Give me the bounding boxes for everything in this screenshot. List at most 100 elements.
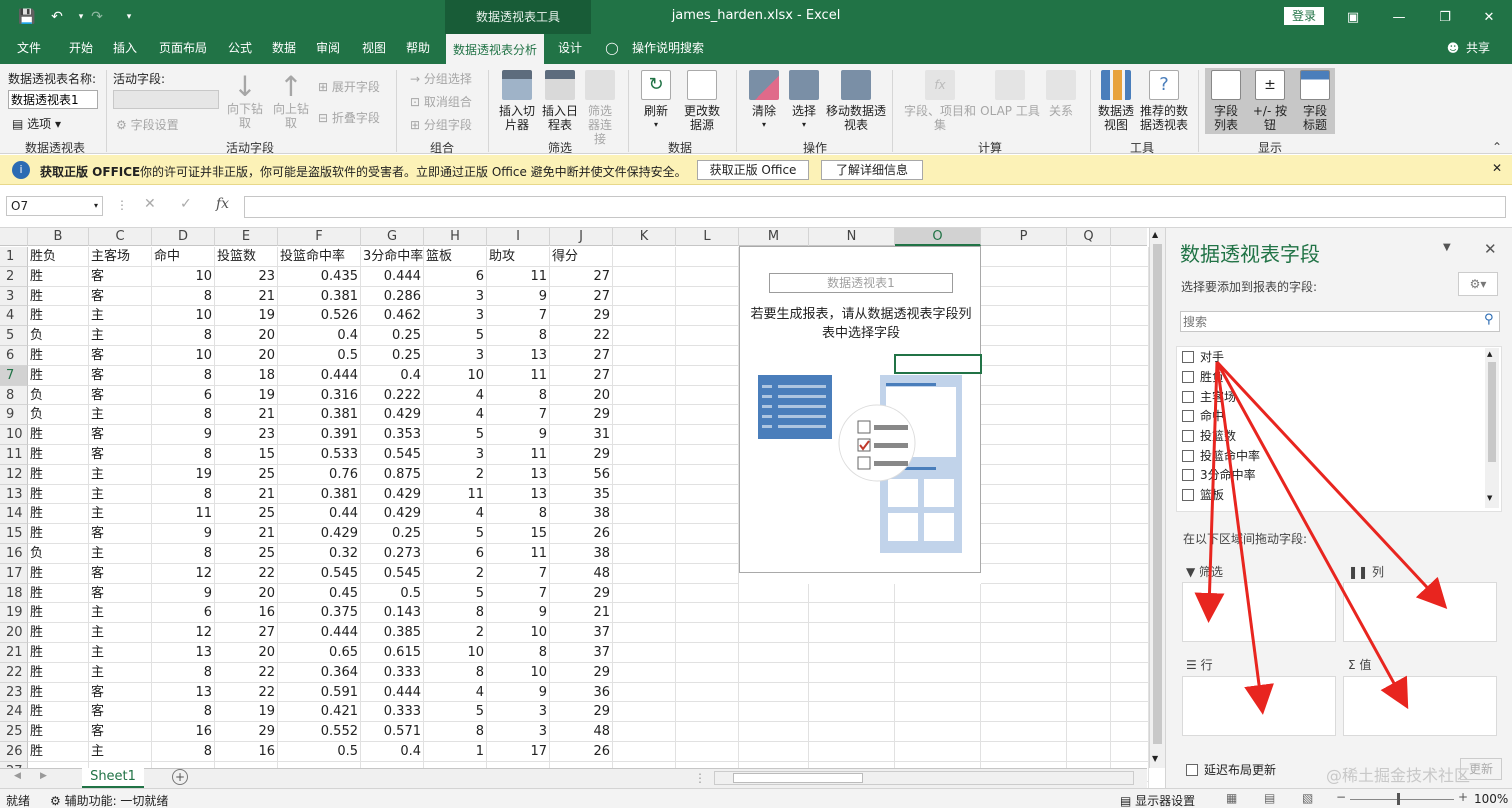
table-cell[interactable]: 主	[89, 405, 152, 425]
sheet-tab-sheet1[interactable]: Sheet1	[82, 768, 144, 788]
table-cell[interactable]: 10	[152, 306, 215, 326]
row-header[interactable]: 2	[0, 267, 28, 287]
get-genuine-button[interactable]: 获取正版 Office	[697, 160, 809, 180]
empty-cell[interactable]	[981, 247, 1067, 267]
table-cell[interactable]: 8	[152, 326, 215, 346]
fields-items-sets-button[interactable]: fx 字段、项目和集	[900, 70, 980, 132]
empty-cell[interactable]	[613, 683, 676, 702]
empty-cell[interactable]	[1111, 702, 1149, 722]
table-cell[interactable]: 主	[89, 623, 152, 643]
empty-cell[interactable]	[739, 683, 809, 702]
empty-cell[interactable]	[1067, 247, 1111, 267]
table-cell[interactable]: 5	[424, 326, 487, 346]
table-cell[interactable]: 19	[215, 702, 278, 722]
empty-cell[interactable]	[676, 287, 739, 306]
empty-cell[interactable]	[809, 584, 895, 603]
empty-cell[interactable]	[981, 564, 1067, 584]
pane-options-dropdown-icon[interactable]: ▼	[1443, 242, 1451, 253]
col-header[interactable]: Q	[1067, 228, 1111, 246]
table-cell[interactable]: 主	[89, 603, 152, 623]
collapse-ribbon-icon[interactable]: ⌃	[1492, 140, 1502, 154]
table-cell[interactable]: 负	[28, 544, 89, 564]
sheet-next-icon[interactable]: ▶	[40, 771, 47, 781]
table-cell[interactable]: 11	[424, 485, 487, 504]
table-cell[interactable]: 8	[424, 663, 487, 683]
empty-cell[interactable]	[1111, 504, 1149, 524]
table-cell[interactable]: 胜	[28, 306, 89, 326]
row-header[interactable]: 23	[0, 683, 28, 702]
table-cell[interactable]: 0.444	[361, 683, 424, 702]
table-cell[interactable]: 8	[152, 663, 215, 683]
empty-cell[interactable]	[739, 603, 809, 623]
tab-home[interactable]: 开始	[60, 34, 102, 64]
table-cell[interactable]: 胜	[28, 524, 89, 544]
field-search-input[interactable]	[1180, 311, 1500, 332]
table-cell[interactable]: 23	[215, 267, 278, 287]
change-data-source-button[interactable]: 更改数据源	[676, 70, 728, 132]
empty-cell[interactable]	[981, 386, 1067, 405]
table-cell[interactable]: 6	[424, 544, 487, 564]
table-cell[interactable]: 胜	[28, 564, 89, 584]
col-header[interactable]: P	[981, 228, 1067, 246]
table-cell[interactable]: 0.533	[278, 445, 361, 465]
empty-cell[interactable]	[613, 326, 676, 346]
table-cell[interactable]: 8	[152, 366, 215, 386]
table-cell[interactable]: 0.333	[361, 702, 424, 722]
empty-cell[interactable]	[895, 643, 981, 663]
empty-cell[interactable]	[676, 445, 739, 465]
table-cell[interactable]: 10	[487, 623, 550, 643]
table-cell[interactable]: 48	[550, 722, 613, 742]
table-cell[interactable]: 9	[152, 425, 215, 445]
table-cell[interactable]: 0.25	[361, 524, 424, 544]
empty-cell[interactable]	[981, 702, 1067, 722]
table-cell[interactable]: 胜	[28, 504, 89, 524]
tab-file[interactable]: 文件	[8, 34, 50, 64]
table-cell[interactable]: 20	[550, 386, 613, 405]
table-cell[interactable]: 8	[487, 386, 550, 405]
empty-cell[interactable]	[981, 504, 1067, 524]
header-cell[interactable]: 篮板	[424, 247, 487, 267]
empty-cell[interactable]	[981, 683, 1067, 702]
empty-cell[interactable]	[613, 524, 676, 544]
table-cell[interactable]: 11	[487, 544, 550, 564]
row-header[interactable]: 6	[0, 346, 28, 366]
table-cell[interactable]: 27	[550, 287, 613, 306]
table-cell[interactable]: 21	[215, 524, 278, 544]
empty-cell[interactable]	[676, 603, 739, 623]
table-cell[interactable]: 26	[550, 742, 613, 762]
table-cell[interactable]: 0.545	[361, 445, 424, 465]
table-cell[interactable]: 0.5	[361, 584, 424, 603]
table-cell[interactable]: 9	[487, 603, 550, 623]
table-cell[interactable]: 8	[152, 702, 215, 722]
empty-cell[interactable]	[613, 623, 676, 643]
tab-design[interactable]: 设计	[550, 34, 590, 64]
table-cell[interactable]: 11	[487, 445, 550, 465]
row-header[interactable]: 24	[0, 702, 28, 722]
zoom-slider[interactable]	[1350, 799, 1454, 800]
table-cell[interactable]: 0.143	[361, 603, 424, 623]
empty-cell[interactable]	[981, 366, 1067, 386]
table-cell[interactable]: 31	[550, 425, 613, 445]
table-cell[interactable]: 0.25	[361, 346, 424, 366]
table-cell[interactable]: 22	[215, 683, 278, 702]
display-settings[interactable]: ▤ 显示器设置	[1120, 792, 1195, 808]
table-cell[interactable]: 7	[487, 584, 550, 603]
empty-cell[interactable]	[676, 683, 739, 702]
table-cell[interactable]: 胜	[28, 346, 89, 366]
table-cell[interactable]: 25	[215, 465, 278, 485]
table-cell[interactable]: 0.32	[278, 544, 361, 564]
empty-cell[interactable]	[1067, 485, 1111, 504]
empty-cell[interactable]	[1067, 465, 1111, 485]
header-cell[interactable]: 投篮命中率	[278, 247, 361, 267]
table-cell[interactable]: 负	[28, 386, 89, 405]
col-header[interactable]: J	[550, 228, 613, 246]
table-cell[interactable]: 2	[424, 564, 487, 584]
collapse-field-button[interactable]: ⊟ 折叠字段	[318, 109, 380, 126]
table-cell[interactable]: 0.615	[361, 643, 424, 663]
table-cell[interactable]: 56	[550, 465, 613, 485]
table-cell[interactable]: 16	[215, 603, 278, 623]
table-cell[interactable]: 8	[152, 287, 215, 306]
table-cell[interactable]: 5	[424, 425, 487, 445]
empty-cell[interactable]	[1111, 603, 1149, 623]
empty-cell[interactable]	[1111, 267, 1149, 287]
